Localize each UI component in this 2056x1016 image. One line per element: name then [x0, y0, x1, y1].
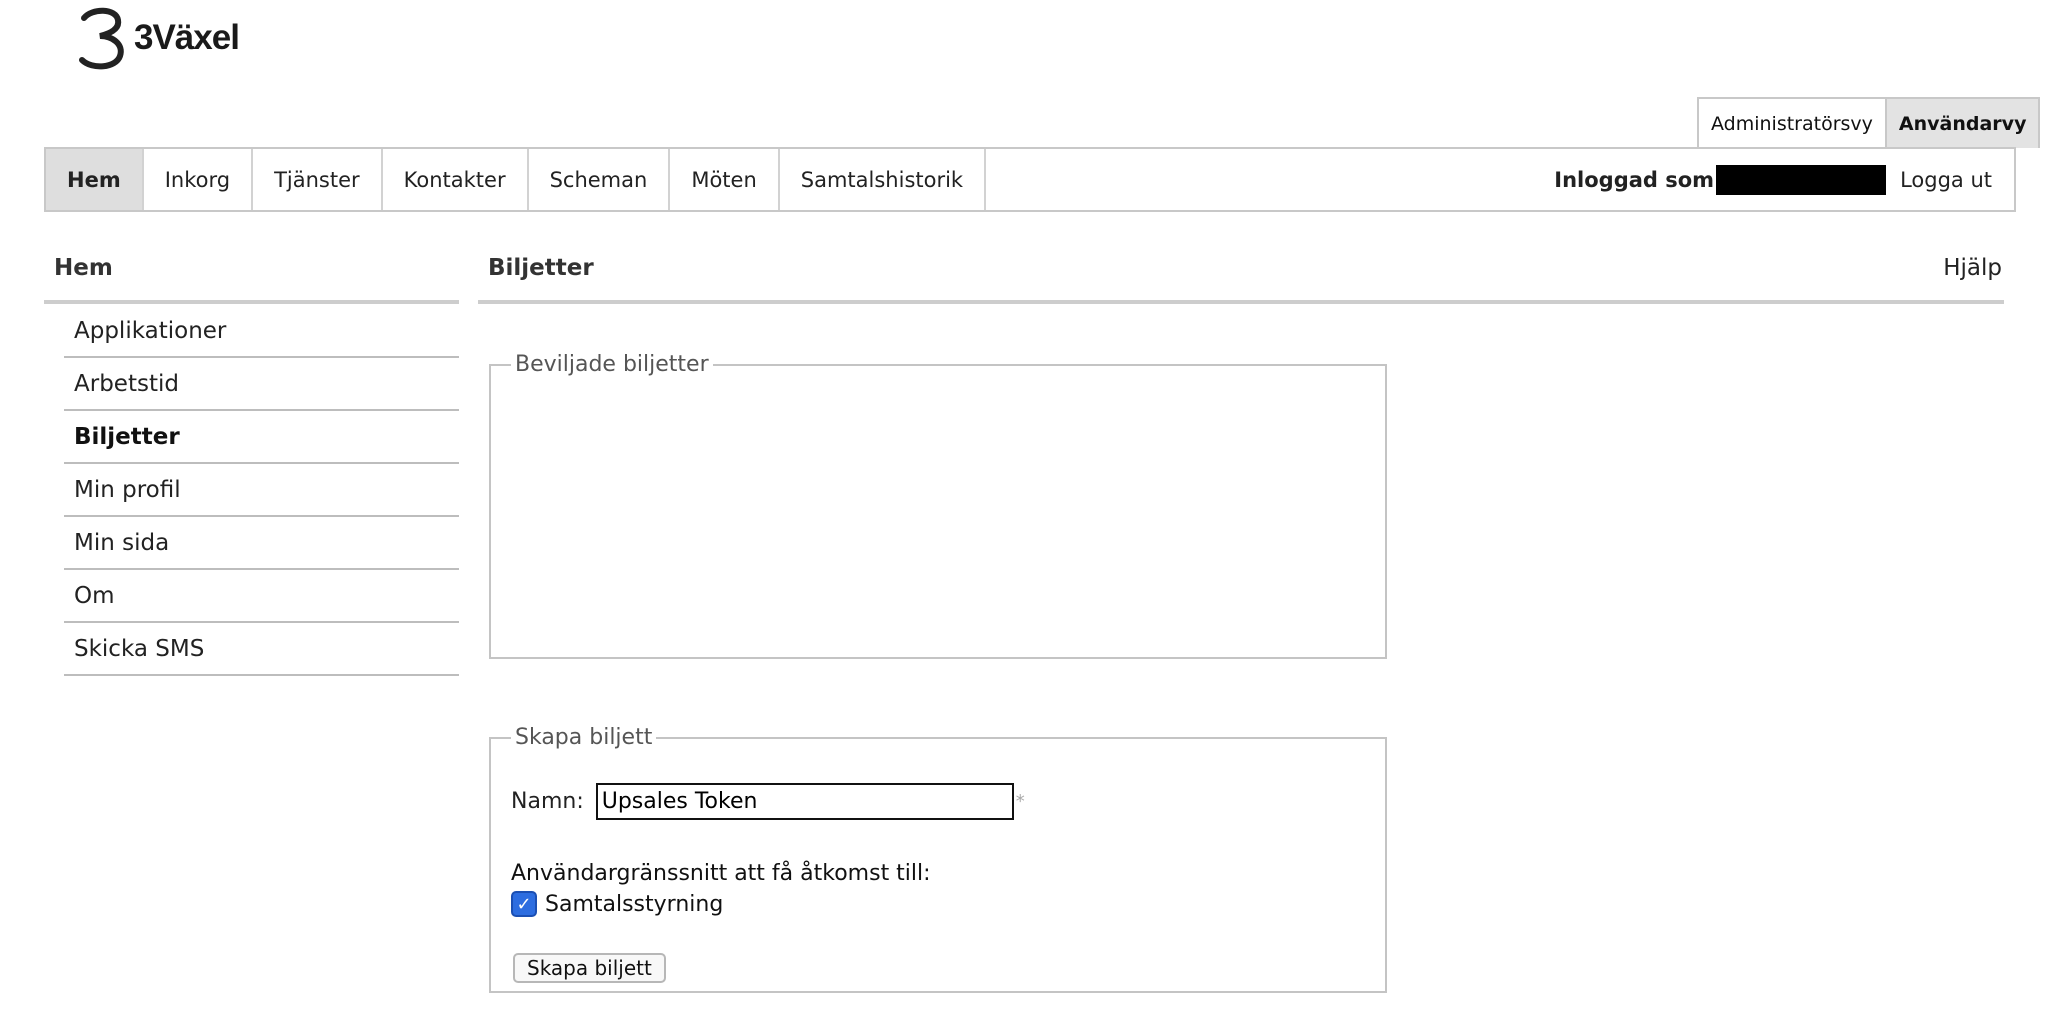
- nav-item-hem[interactable]: Hem: [46, 149, 144, 210]
- nav-item-kontakter[interactable]: Kontakter: [383, 149, 529, 210]
- sidebar-item-min-profil[interactable]: Min profil: [64, 464, 459, 517]
- redacted-username: [1716, 164, 1887, 195]
- sidebar-menu: Applikationer Arbetstid Biljetter Min pr…: [64, 305, 459, 676]
- required-marker: *: [1015, 791, 1025, 812]
- view-switch: Administratörsvy Användarvy: [1697, 97, 2041, 148]
- granted-tickets-box: Beviljade biljetter: [489, 352, 1387, 659]
- brand-name: 3Växel: [134, 18, 240, 57]
- admin-view-tab[interactable]: Administratörsvy: [1699, 99, 1885, 148]
- sidebar-item-biljetter[interactable]: Biljetter: [64, 411, 459, 464]
- sidebar-item-skicka-sms[interactable]: Skicka SMS: [64, 623, 459, 676]
- create-ticket-box: Skapa biljett Namn: * Användargränssnitt…: [489, 725, 1387, 993]
- logo: 3Växel: [74, 6, 240, 70]
- name-row: Namn: *: [511, 783, 1025, 820]
- sidebar-item-om[interactable]: Om: [64, 570, 459, 623]
- granted-tickets-legend: Beviljade biljetter: [515, 352, 709, 377]
- logout-link[interactable]: Logga ut: [1900, 168, 1992, 192]
- page-title: Biljetter: [488, 255, 594, 281]
- nav-item-samtalshistorik[interactable]: Samtalshistorik: [780, 149, 987, 210]
- ui-access-label: Användargränssnitt att få åtkomst till:: [511, 861, 931, 886]
- nav-item-inkorg[interactable]: Inkorg: [144, 149, 254, 210]
- create-ticket-legend: Skapa biljett: [515, 725, 653, 750]
- sidebar-title: Hem: [54, 255, 113, 281]
- nav-item-scheman[interactable]: Scheman: [529, 149, 671, 210]
- sidebar-divider: [44, 300, 459, 304]
- sidebar-item-min-sida[interactable]: Min sida: [64, 517, 459, 570]
- main-nav: Hem Inkorg Tjänster Kontakter Scheman Mö…: [44, 147, 2016, 212]
- logged-in-label: Inloggad som: [1554, 167, 1715, 192]
- main-divider: [478, 300, 2004, 304]
- three-logo-icon: [79, 7, 124, 70]
- samtalsstyrning-label[interactable]: Samtalsstyrning: [545, 892, 723, 917]
- nav-item-tjanster[interactable]: Tjänster: [253, 149, 383, 210]
- samtalsstyrning-checkbox[interactable]: ✓: [511, 891, 537, 917]
- sidebar-item-arbetstid[interactable]: Arbetstid: [64, 358, 459, 411]
- nav-item-moten[interactable]: Möten: [670, 149, 780, 210]
- name-label: Namn:: [511, 789, 584, 814]
- name-input[interactable]: [595, 783, 1014, 820]
- user-area: Inloggad som Logga ut: [1554, 149, 2014, 210]
- user-view-tab[interactable]: Användarvy: [1884, 99, 2039, 148]
- help-link[interactable]: Hjälp: [1943, 255, 2002, 281]
- sidebar-item-applikationer[interactable]: Applikationer: [64, 305, 459, 358]
- create-ticket-button[interactable]: Skapa biljett: [513, 953, 666, 983]
- check-icon: ✓: [516, 893, 532, 915]
- checkbox-row: ✓ Samtalsstyrning: [511, 891, 723, 917]
